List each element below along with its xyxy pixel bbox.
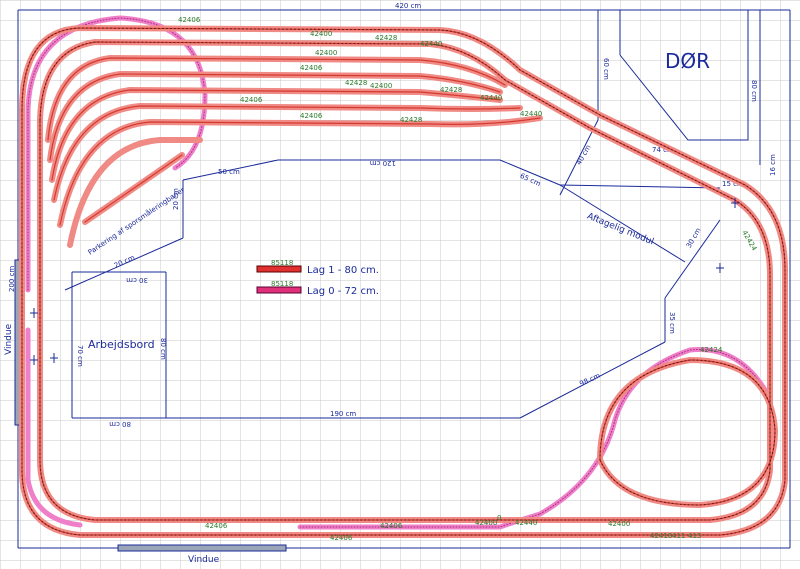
legend-label-layer-0: Lag 0 - 72 cm. bbox=[307, 286, 379, 297]
track-code: 42410 bbox=[650, 532, 672, 540]
total-width-label: 420 cm bbox=[395, 2, 421, 10]
door-dim-right: 80 cm bbox=[750, 80, 758, 102]
track-code: 42440 bbox=[480, 94, 502, 102]
track-code: 42406 bbox=[380, 522, 403, 530]
room-dim-left: 200 cm bbox=[8, 266, 16, 292]
workbench-dim-bottom: 80 cm bbox=[109, 420, 131, 428]
track-code: 42400 bbox=[608, 520, 630, 528]
track-code: 42406 bbox=[300, 64, 323, 72]
grid-background bbox=[0, 0, 800, 569]
window-left-label: Vindue bbox=[4, 323, 14, 355]
window-bottom-label: Vindue bbox=[188, 555, 220, 565]
track-code: 42440 bbox=[515, 519, 537, 527]
track-code: 411 bbox=[672, 532, 685, 540]
track-code: 42424 bbox=[700, 346, 723, 354]
door-label: DØR bbox=[665, 49, 710, 73]
track-code: 42428 bbox=[440, 86, 462, 94]
track-code: 42440 bbox=[520, 110, 542, 118]
door-dim-left: 60 cm bbox=[602, 58, 610, 80]
dim-corner-c: 16 cm bbox=[769, 154, 777, 176]
track-code: 42406 bbox=[300, 112, 323, 120]
track-code: 42406 bbox=[330, 534, 353, 542]
track-code: 42400 bbox=[310, 30, 332, 38]
track-plan-canvas: 420 cm DØR 60 cm 80 cm Vindue Vindue 200… bbox=[0, 0, 800, 569]
window-bottom-bar bbox=[117, 544, 287, 552]
track-code: 42400 bbox=[475, 519, 497, 527]
dim-bottom: 190 cm bbox=[330, 410, 356, 418]
dim-upper-left: 50 cm bbox=[218, 168, 240, 176]
track-code: 42440 bbox=[420, 40, 442, 48]
track-code: 42428 bbox=[345, 79, 367, 87]
track-code: 42400 bbox=[370, 82, 392, 90]
track-code: 42406 bbox=[205, 522, 228, 530]
track-code: 42428 bbox=[375, 34, 397, 42]
workbench-label: Arbejdsbord bbox=[88, 338, 155, 351]
legend-label-layer-1: Lag 1 - 80 cm. bbox=[307, 265, 379, 276]
track-code: 42400 bbox=[315, 49, 337, 57]
track-code: 42406 bbox=[240, 96, 263, 104]
workbench-dim-top: 30 cm bbox=[126, 276, 148, 284]
track-code: 42428 bbox=[400, 116, 422, 124]
dim-right-vertical: 35 cm bbox=[668, 312, 676, 334]
workbench-dim-left: 70 cm bbox=[76, 345, 84, 367]
legend-code-layer-0: 85118 bbox=[271, 280, 293, 288]
workbench-dim-right: 80 cm bbox=[159, 338, 167, 360]
dim-top: 120 cm bbox=[370, 159, 396, 167]
track-code: 413 bbox=[688, 532, 701, 540]
track-code: 42406 bbox=[178, 16, 201, 24]
legend-code-layer-1: 85118 bbox=[271, 259, 293, 267]
track-code: 0 bbox=[497, 514, 501, 522]
